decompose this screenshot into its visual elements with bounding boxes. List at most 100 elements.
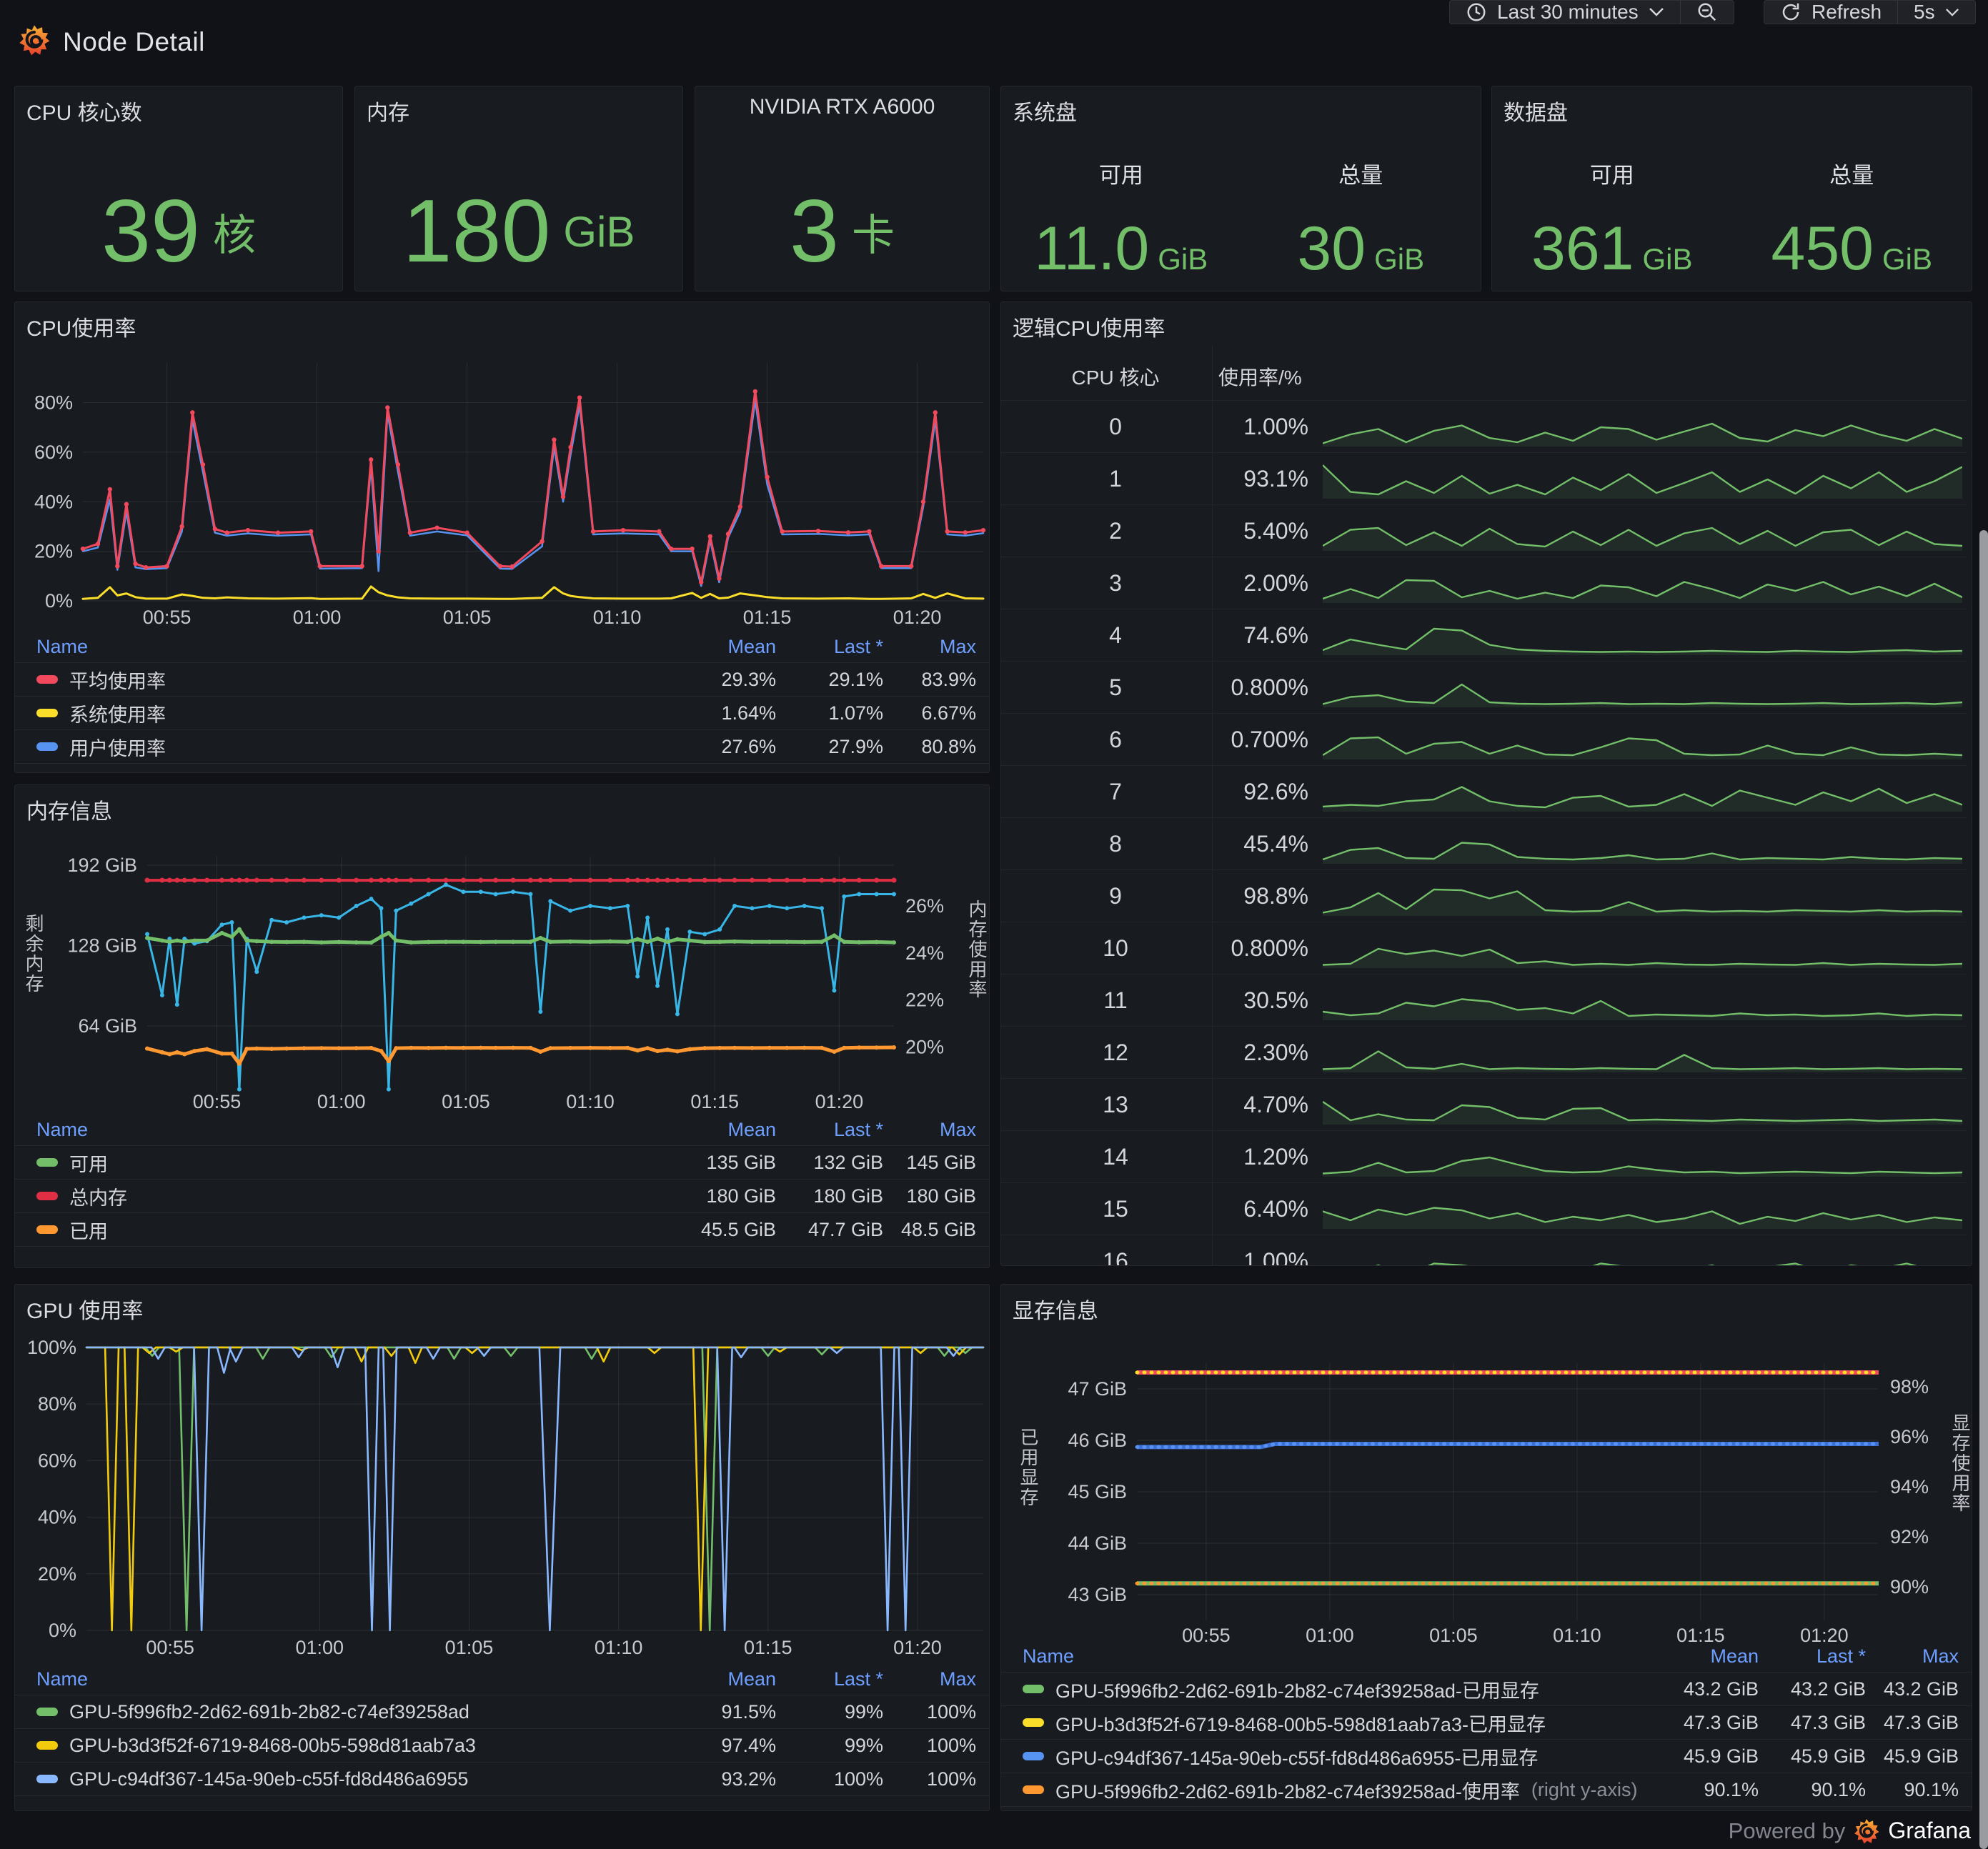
legend-row[interactable]: 用户使用率 27.6% 27.9% 80.8%	[15, 729, 989, 763]
panel-title[interactable]: 数据盘	[1504, 95, 1568, 126]
panel-vram-info: 显存信息 已用显存 显存使用率 00:55 01:00 01:05 01:10 01:1…	[1000, 1284, 1972, 1811]
panel-title[interactable]: 内存	[367, 95, 409, 126]
core-usage-sparkline[interactable]	[1323, 925, 1962, 971]
core-usage-sparkline[interactable]	[1323, 769, 1962, 814]
panel-title[interactable]: 显存信息	[1013, 1293, 1098, 1325]
legend-row[interactable]: GPU-5f996fb2-2d62-691b-2b82-c74ef39258ad…	[1001, 1672, 1972, 1705]
memory-chart[interactable]: 00:55 01:00 01:05 01:10 01:15 01:20 64 GiB 128 …	[15, 785, 989, 1125]
core-usage-sparkline[interactable]	[1323, 717, 1962, 762]
core-usage-sparkline[interactable]	[1323, 612, 1962, 658]
series-label[interactable]: 总内存	[69, 1182, 127, 1210]
panel-title[interactable]: CPU使用率	[26, 311, 136, 342]
svg-text:01:10: 01:10	[593, 607, 642, 628]
core-usage-sparkline[interactable]	[1323, 456, 1962, 502]
core-usage-sparkline[interactable]	[1323, 873, 1962, 919]
stat-label: 总量	[1338, 163, 1383, 188]
gpu-usage-chart[interactable]: 00:55 01:00 01:05 01:10 01:15 01:20 0% 20% 40% 60…	[15, 1285, 989, 1667]
legend-last: 47.3 GiB	[1790, 1711, 1866, 1733]
core-usage-sparkline[interactable]	[1323, 1238, 1962, 1266]
series-label[interactable]: GPU-c94df367-145a-90eb-c55f-fd8d486a6955…	[1055, 1743, 1538, 1770]
series-label[interactable]: GPU-b3d3f52f-6719-8468-00b5-598d81aab7a3	[69, 1735, 476, 1757]
legend-last: 180 GiB	[813, 1185, 883, 1207]
svg-text:192 GiB: 192 GiB	[67, 854, 137, 876]
legend-mean: 91.5%	[721, 1700, 776, 1723]
legend-max: 100%	[926, 1734, 976, 1756]
stat-panel-gpu-count: NVIDIA RTX A6000 3卡	[695, 86, 990, 291]
stat-value: 30	[1297, 214, 1366, 283]
panel-title[interactable]: 内存信息	[26, 794, 112, 825]
core-usage-sparkline[interactable]	[1323, 821, 1962, 867]
core-usage-sparkline[interactable]	[1323, 977, 1962, 1023]
core-usage: 5.40%	[1243, 518, 1308, 544]
legend-row[interactable]: 已用 45.5 GiB 47.7 GiB 48.5 GiB	[15, 1212, 989, 1246]
column-header-usage[interactable]: 使用率/%	[1218, 362, 1302, 391]
legend-mean: 43.2 GiB	[1683, 1678, 1759, 1700]
legend-row[interactable]: GPU-5f996fb2-2d62-691b-2b82-c74ef39258ad…	[1001, 1773, 1972, 1806]
grafana-brand-label[interactable]: Grafana	[1888, 1818, 1971, 1844]
gpu-usage-legend: Name Mean Last * Max GPU-5f996fb2-2d62-691b-…	[15, 1663, 989, 1796]
stat-label: 可用	[1589, 163, 1634, 188]
legend-row[interactable]: GPU-c94df367-145a-90eb-c55f-fd8d486a6955…	[1001, 1739, 1972, 1773]
legend-row[interactable]: 平均使用率 29.3% 29.1% 83.9%	[15, 662, 989, 696]
panel-title[interactable]: GPU 使用率	[26, 1293, 143, 1325]
legend-row[interactable]: 总内存 180 GiB 180 GiB 180 GiB	[15, 1179, 989, 1212]
stat-panel-memory: 内存 180 GiB	[354, 86, 683, 291]
svg-text:128 GiB: 128 GiB	[67, 935, 137, 956]
series-label[interactable]: 可用	[69, 1149, 108, 1177]
page-scrollbar[interactable]	[1979, 530, 1988, 1849]
stat-unit: GiB	[1642, 242, 1693, 276]
svg-text:01:00: 01:00	[317, 1091, 366, 1112]
core-usage-sparkline[interactable]	[1323, 404, 1962, 449]
series-label[interactable]: GPU-5f996fb2-2d62-691b-2b82-c74ef39258ad…	[1055, 1776, 1520, 1804]
refresh-interval-picker[interactable]: 5s	[1897, 0, 1976, 24]
stat-panel-cpu-cores: CPU 核心数 39 核	[14, 86, 343, 291]
legend-last: 47.7 GiB	[807, 1218, 883, 1240]
series-label[interactable]: 平均使用率	[69, 666, 166, 694]
series-label[interactable]: GPU-c94df367-145a-90eb-c55f-fd8d486a6955	[69, 1768, 468, 1790]
legend-mean: 180 GiB	[706, 1185, 776, 1207]
panel-title[interactable]: NVIDIA RTX A6000	[695, 95, 989, 119]
series-label[interactable]: 用户使用率	[69, 733, 166, 761]
legend-last: 27.9%	[828, 735, 883, 757]
legend-row[interactable]: GPU-c94df367-145a-90eb-c55f-fd8d486a6955…	[15, 1762, 989, 1795]
vram-chart[interactable]: 00:55 01:00 01:05 01:10 01:15 01:20 43 GiB 44 G…	[1001, 1285, 1972, 1657]
core-usage-sparkline[interactable]	[1323, 664, 1962, 710]
legend-row[interactable]: GPU-5f996fb2-2d62-691b-2b82-c74ef39258ad…	[15, 1695, 989, 1728]
core-usage: 74.6%	[1243, 622, 1308, 648]
panel-title[interactable]: CPU 核心数	[26, 95, 142, 126]
legend-row[interactable]: 可用 135 GiB 132 GiB 145 GiB	[15, 1145, 989, 1179]
legend-mean: 47.3 GiB	[1683, 1711, 1759, 1733]
series-label[interactable]: GPU-b3d3f52f-6719-8468-00b5-598d81aab7a3…	[1055, 1709, 1546, 1737]
series-label-suffix: (right y-axis)	[1531, 1778, 1638, 1800]
svg-text:96%: 96%	[1890, 1426, 1929, 1447]
core-usage-sparkline[interactable]	[1323, 508, 1962, 554]
core-usage-sparkline[interactable]	[1323, 1186, 1962, 1232]
core-usage-sparkline[interactable]	[1323, 1082, 1962, 1127]
column-header-core[interactable]: CPU 核心	[1044, 362, 1187, 391]
core-usage-sparkline[interactable]	[1323, 1134, 1962, 1180]
panel-title[interactable]: 逻辑CPU使用率	[1013, 311, 1165, 342]
legend-row[interactable]: 系统使用率 1.64% 1.07% 6.67%	[15, 696, 989, 729]
series-color-swatch	[36, 1708, 58, 1716]
clock-icon	[1466, 1, 1487, 23]
series-label[interactable]: GPU-5f996fb2-2d62-691b-2b82-c74ef39258ad…	[1055, 1675, 1539, 1703]
zoom-out-button[interactable]	[1679, 0, 1734, 24]
panel-cpu-usage: CPU使用率 00:55 01:00 01:05 01:10 01:15 01:20 0% 2…	[14, 301, 990, 773]
time-range-picker[interactable]: Last 30 minutes	[1449, 0, 1680, 24]
svg-text:01:10: 01:10	[595, 1637, 643, 1658]
legend-row[interactable]: GPU-b3d3f52f-6719-8468-00b5-598d81aab7a3…	[1001, 1705, 1972, 1739]
core-usage-sparkline[interactable]	[1323, 1030, 1962, 1075]
legend-header: Name Mean Last * Max	[36, 1118, 976, 1140]
svg-text:01:20: 01:20	[893, 1637, 942, 1658]
series-label[interactable]: 系统使用率	[69, 699, 166, 727]
legend-row[interactable]: GPU-b3d3f52f-6719-8468-00b5-598d81aab7a3…	[15, 1728, 989, 1762]
refresh-button[interactable]: Refresh	[1764, 0, 1898, 24]
cpu-usage-chart[interactable]: 00:55 01:00 01:05 01:10 01:15 01:20 0% 20% 40% 60…	[15, 302, 989, 634]
logic-cpu-table[interactable]: 0 1.00% 1 93.1% 2 5.40% 3 2.00% 4 74.6% 5 0.800% 6 0.…	[1001, 400, 1972, 1265]
core-usage-sparkline[interactable]	[1323, 560, 1962, 606]
panel-title[interactable]: 系统盘	[1013, 95, 1077, 126]
legend-mean: 29.3%	[721, 668, 776, 690]
core-usage: 93.1%	[1243, 466, 1308, 492]
series-label[interactable]: GPU-5f996fb2-2d62-691b-2b82-c74ef39258ad	[69, 1701, 469, 1723]
series-label[interactable]: 已用	[69, 1216, 108, 1244]
